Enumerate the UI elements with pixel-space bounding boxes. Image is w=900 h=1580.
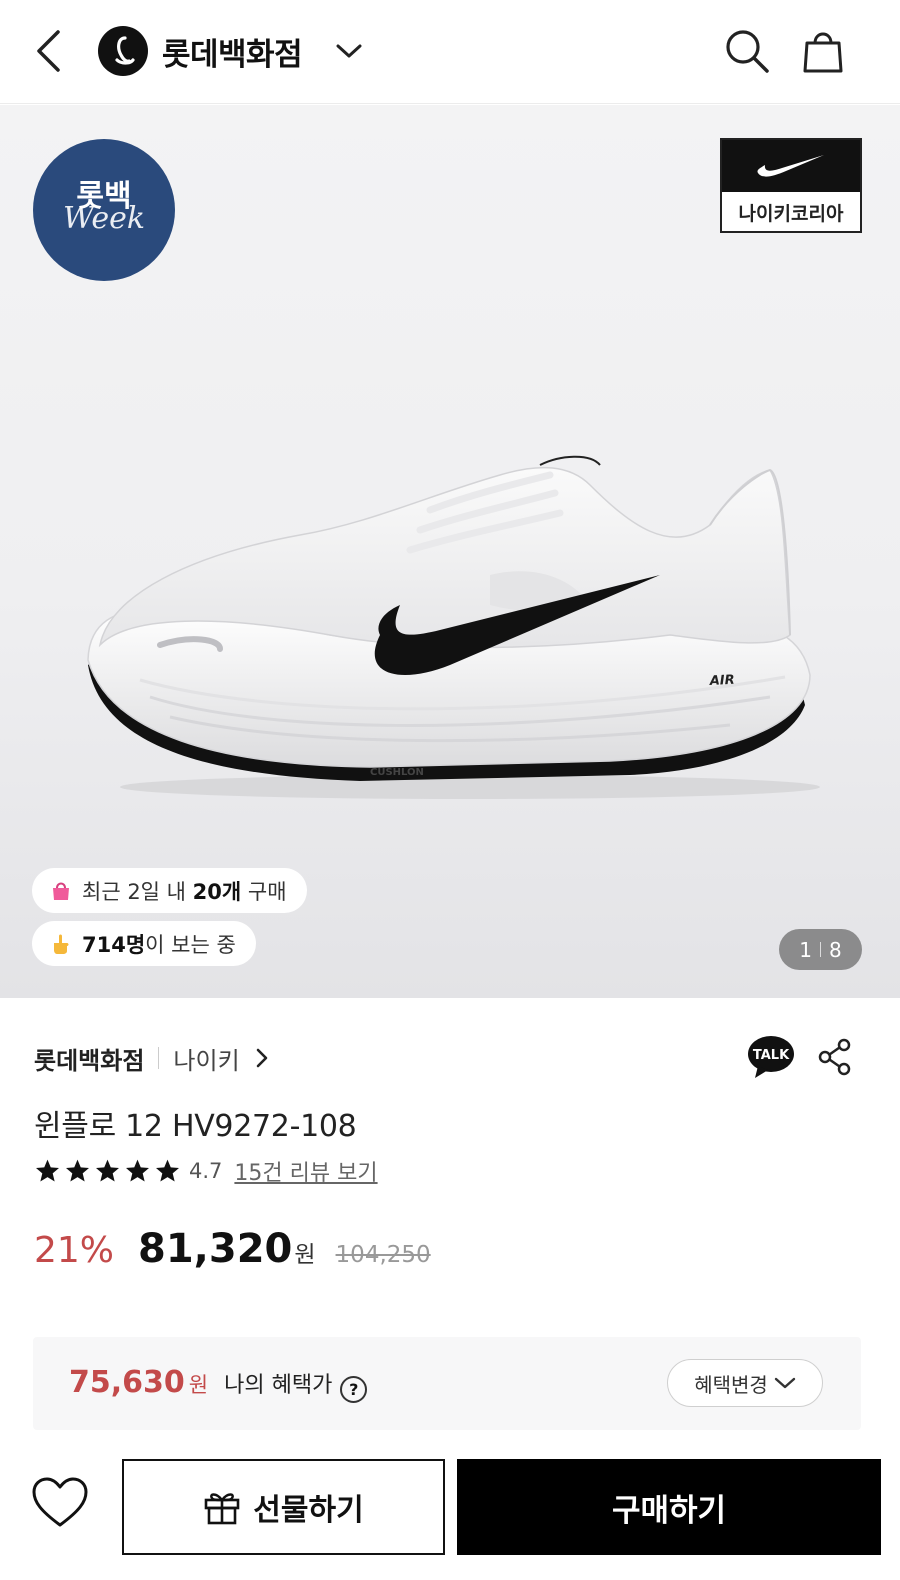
shopping-bag-icon [53, 882, 69, 900]
change-benefit-button[interactable]: 혜택변경 [667, 1359, 823, 1407]
chevron-left-icon [37, 30, 60, 72]
price-currency: 원 [294, 1242, 316, 1268]
chevron-right-icon [256, 1048, 268, 1068]
brand-name: 나이키 [173, 1046, 240, 1075]
svg-text:TALK: TALK [753, 1048, 790, 1063]
change-benefit-label: 혜택변경 [694, 1372, 768, 1397]
nike-korea-badge: 나이키코리아 [720, 138, 862, 233]
search-icon [726, 30, 769, 73]
seller-brand-link[interactable]: 롯데백화점 나이키 [34, 1038, 268, 1078]
benefit-price-label: 나의 혜택가 [224, 1373, 333, 1398]
help-icon[interactable]: ? [340, 1376, 368, 1403]
svg-text:AIR: AIR [708, 673, 735, 689]
recent-purchase-text: 최근 2일 내 20개 구매 [82, 879, 287, 904]
kakao-talk-button[interactable]: TALK [746, 1034, 796, 1080]
week-badge-english: Week [62, 201, 146, 236]
star-icon [36, 1159, 59, 1182]
image-counter-total: 8 [829, 937, 842, 962]
image-counter-current: 1 [799, 937, 812, 962]
wishlist-button[interactable] [30, 1475, 90, 1531]
lotte-week-badge: 롯백 Week [33, 139, 175, 281]
search-button[interactable] [722, 26, 772, 76]
product-image-carousel[interactable]: 롯백 Week 나이키코리아 AIR CUSHLON 최근 2일 내 20개 구… [0, 105, 900, 998]
gift-icon [204, 1493, 240, 1525]
benefit-price-currency: 원 [188, 1373, 209, 1397]
seller-divider [158, 1047, 160, 1069]
buy-button[interactable]: 구매하기 [457, 1459, 881, 1555]
product-title: 윈플로 12 HV9272-108 [34, 1109, 357, 1144]
seller-store-name: 롯데백화점 [34, 1046, 145, 1075]
image-counter: 1 8 [779, 929, 862, 970]
chevron-down-icon [774, 1377, 795, 1389]
star-icon [156, 1159, 179, 1182]
nike-swoosh-icon [722, 140, 860, 192]
recent-purchase-badge: 최근 2일 내 20개 구매 [32, 868, 307, 913]
star-icon [66, 1159, 89, 1182]
star-icon [126, 1159, 149, 1182]
rating-value: 4.7 [189, 1159, 223, 1183]
benefit-price-box: 75,630 원 나의 혜택가 ? 혜택변경 [33, 1337, 861, 1430]
shopping-bag-icon [803, 32, 843, 73]
cart-button[interactable] [798, 26, 848, 76]
viewers-text: 714명이 보는 중 [82, 932, 236, 957]
talk-icon: TALK [748, 1036, 794, 1078]
rating-row: 4.7 15건 리뷰 보기 [34, 1154, 378, 1188]
product-shoe-image: AIR CUSHLON [87, 455, 820, 799]
bottom-action-bar: 선물하기 구매하기 [0, 1445, 900, 1580]
brand-badge-label: 나이키코리아 [738, 203, 844, 225]
viewers-badge: 714명이 보는 중 [32, 921, 256, 966]
buy-label: 구매하기 [611, 1492, 727, 1529]
lotte-logo-icon [98, 26, 148, 76]
discount-rate: 21% [34, 1230, 115, 1271]
counter-divider [820, 942, 821, 957]
star-rating [34, 1158, 181, 1184]
pointing-hand-icon [54, 934, 69, 954]
chevron-down-icon [336, 43, 362, 59]
svg-text:CUSHLON: CUSHLON [370, 767, 424, 778]
gift-button[interactable]: 선물하기 [122, 1459, 445, 1555]
store-selector[interactable]: 롯데백화점 [98, 24, 362, 78]
price-row: 21% 81,320 원 104,250 [34, 1226, 431, 1272]
store-title: 롯데백화점 [162, 36, 303, 73]
benefit-price-value: 75,630 [69, 1365, 185, 1400]
star-icon [96, 1159, 119, 1182]
back-button[interactable] [28, 26, 68, 76]
review-link[interactable]: 15건 리뷰 보기 [234, 1155, 377, 1187]
sale-price: 81,320 [138, 1226, 293, 1272]
gift-label: 선물하기 [253, 1493, 364, 1528]
share-icon [818, 1038, 851, 1076]
share-button[interactable] [815, 1036, 855, 1078]
original-price: 104,250 [335, 1242, 431, 1268]
heart-icon [32, 1477, 88, 1527]
benefit-price: 75,630 원 나의 혜택가 ? [69, 1365, 368, 1403]
top-header: 롯데백화점 [0, 0, 900, 104]
